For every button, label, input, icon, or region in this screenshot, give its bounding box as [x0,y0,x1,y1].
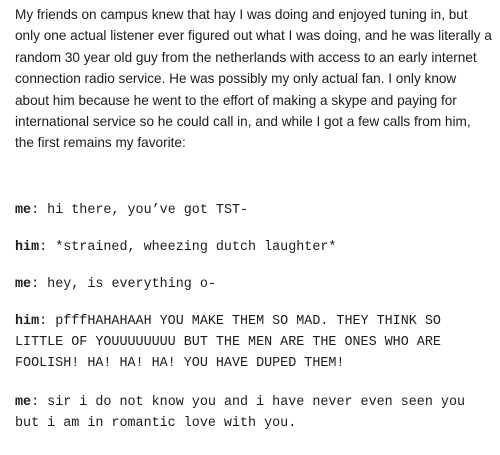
dialogue-line: me: hi there, you’ve got TST- [15,203,249,218]
dialogue-text: *strained, wheezing dutch laughter* [55,240,337,255]
speaker-label: him [15,240,40,255]
speaker-label: him [15,314,40,329]
dialogue-line: me: sir i do not know you and i have nev… [15,395,466,432]
dialogue-text: hey, is everything o- [47,277,216,292]
dialogue-line: me: hey, is everything o- [15,277,216,292]
dialogue-text: hi there, you’ve got TST- [47,203,249,218]
dialogue-text: sir i do not know you and i have never e… [15,395,466,432]
speaker-label: me [15,203,32,218]
dialogue-text: pfffHAHAHAAH YOU MAKE THEM SO MAD. THEY … [15,314,441,372]
post-body: My friends on campus knew that hay I was… [15,4,493,154]
dialogue-line: him: *strained, wheezing dutch laughter* [15,240,337,255]
speaker-label: me [15,395,32,410]
speaker-label: me [15,277,32,292]
dialogue-line: him: pfffHAHAHAAH YOU MAKE THEM SO MAD. … [15,314,441,372]
intro-paragraph: My friends on campus knew that hay I was… [15,7,492,151]
